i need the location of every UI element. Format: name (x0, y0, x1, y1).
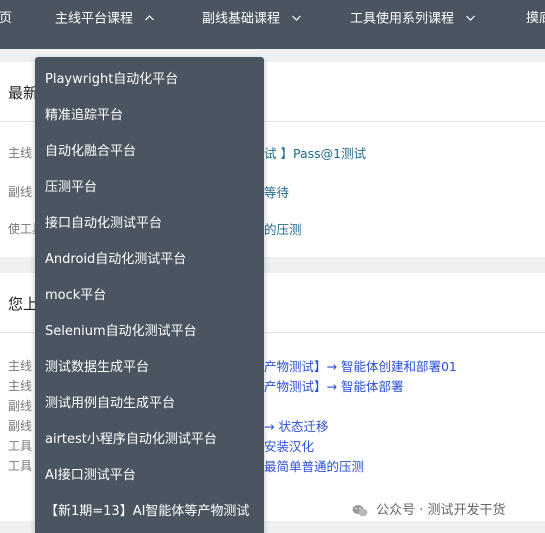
menu-item[interactable]: 测试数据生成平台 (45, 350, 149, 386)
menu-item[interactable]: AI接口测试平台 (45, 458, 136, 494)
nav-item-baseline[interactable]: 摸底 (526, 0, 545, 38)
chevron-up-icon (145, 0, 155, 38)
chevron-down-icon (466, 0, 476, 38)
course-link[interactable]: 产物测试】→ 智能体部署 (264, 376, 403, 395)
menu-item[interactable]: Selenium自动化测试平台 (45, 314, 197, 350)
wechat-watermark: 公众号 · 测试开发干货 (352, 500, 506, 522)
row-label: 工具 (8, 439, 33, 453)
nav-item-tool-courses[interactable]: 工具使用系列课程 (350, 0, 476, 38)
nav-item-label: 工具使用系列课程 (350, 11, 455, 27)
menu-item[interactable]: 自动化融合平台 (45, 134, 136, 170)
menu-item[interactable]: Playwright自动化平台 (45, 62, 178, 98)
panel-title: 您上 (8, 295, 39, 313)
menu-item[interactable]: Android自动化测试平台 (45, 242, 186, 278)
row-label: 副线 (8, 419, 33, 433)
panel-title: 最新 (8, 84, 39, 102)
menu-item[interactable]: 压测平台 (45, 170, 97, 206)
row-label: 副线 (8, 185, 33, 199)
nav-item-main-courses[interactable]: 主线平台课程 (55, 0, 155, 38)
nav-item-home[interactable]: 页 (0, 0, 12, 38)
nav-item-label: 页 (0, 11, 13, 26)
course-link[interactable]: 产物测试】→ 智能体创建和部署01 (264, 356, 457, 375)
menu-item[interactable]: 【新1期=13】AI智能体等产物测试 (45, 494, 249, 530)
row-label: 工具 (8, 459, 33, 473)
wechat-icon (352, 504, 368, 518)
row-label: 主线 (8, 359, 33, 373)
main-courses-dropdown-menu: Playwright自动化平台 精准追踪平台 自动化融合平台 压测平台 接口自动… (35, 57, 264, 533)
course-link[interactable]: → 状态迁移 (264, 416, 328, 435)
course-link[interactable]: 的压测 (264, 219, 302, 238)
menu-item[interactable]: 测试用例自动生成平台 (45, 386, 175, 422)
row-label: 主线 (8, 379, 33, 393)
row-label: 主线 (8, 146, 33, 160)
chevron-down-icon (292, 0, 302, 38)
course-link[interactable]: 试 】Pass@1测试 (264, 143, 366, 162)
nav-item-label: 主线平台课程 (55, 11, 134, 27)
menu-item[interactable]: 精准追踪平台 (45, 98, 123, 134)
menu-item[interactable]: mock平台 (45, 278, 106, 314)
menu-item[interactable]: airtest小程序自动化测试平台 (45, 422, 217, 458)
watermark-text: 公众号 · 测试开发干货 (376, 503, 506, 518)
nav-item-label: 副线基础课程 (202, 11, 281, 27)
row-label: 副线 (8, 399, 33, 413)
menu-item[interactable]: 接口自动化测试平台 (45, 206, 162, 242)
top-nav-bar: 页 主线平台课程 副线基础课程 工具使用系列课程 摸底 (0, 0, 545, 49)
course-link[interactable]: 安装汉化 (264, 436, 314, 455)
nav-item-side-courses[interactable]: 副线基础课程 (202, 0, 302, 38)
course-link[interactable]: 最简单普通的压测 (264, 456, 364, 475)
course-link[interactable]: 等待 (264, 182, 289, 201)
nav-item-label: 摸底 (526, 11, 545, 26)
